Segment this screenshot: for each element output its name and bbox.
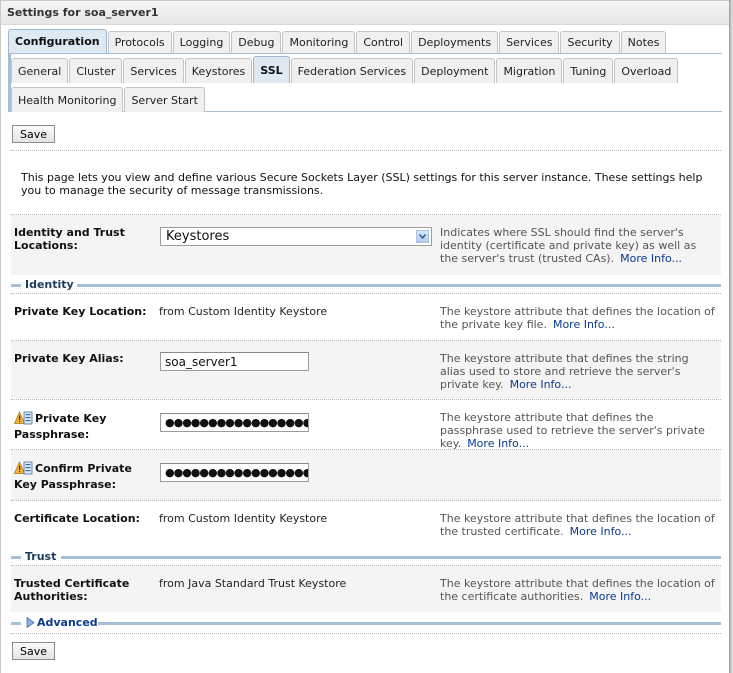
section-rule — [11, 556, 21, 559]
section-rule — [11, 622, 21, 625]
field-label: Confirm Private Key Passphrase: — [13, 460, 154, 491]
subtab-keystores[interactable]: Keystores — [184, 58, 253, 83]
subtab-migration[interactable]: Migration — [496, 58, 563, 83]
section-title: Trust — [25, 550, 57, 563]
tab-protocols[interactable]: Protocols — [107, 31, 172, 53]
field-value: from Java Standard Trust Keystore — [159, 577, 347, 590]
save-button-top[interactable]: Save — [12, 125, 56, 143]
confirm-passphrase-input[interactable]: ●●●●●●●●●●●●●●●●●●●●●● — [160, 463, 309, 482]
warning-restart-icon — [13, 410, 33, 428]
page-title: Settings for soa_server1 — [7, 6, 159, 19]
field-description: Indicates where SSL should find the serv… — [440, 226, 715, 265]
field-description: The keystore attribute that defines the … — [440, 577, 715, 603]
tab-security[interactable]: Security — [560, 31, 620, 53]
row-identity-trust-locations: Identity and Trust Locations: Keystores … — [11, 215, 721, 275]
row-trusted-certificate-authorities: Trusted Certificate Authorities: from Ja… — [11, 566, 721, 612]
section-identity: Identity — [11, 278, 721, 292]
section-rule — [98, 622, 721, 625]
top-tab-bar: Configuration Protocols Logging Debug Mo… — [8, 29, 667, 53]
tab-notes[interactable]: Notes — [620, 31, 667, 53]
more-info-link[interactable]: More Info... — [570, 525, 632, 538]
tab-debug[interactable]: Debug — [231, 31, 282, 53]
subtab-federation-services[interactable]: Federation Services — [290, 58, 414, 83]
field-description: The keystore attribute that defines the … — [440, 512, 715, 538]
more-info-link[interactable]: More Info... — [589, 590, 651, 603]
sub-tab-bar-row2: Health Monitoring Server Start — [11, 87, 206, 112]
subtab-tuning[interactable]: Tuning — [563, 58, 614, 83]
select-value: Keystores — [166, 229, 230, 244]
field-description: The keystore attribute that defines the … — [440, 305, 715, 331]
more-info-link[interactable]: More Info... — [510, 378, 572, 391]
tab-deployments[interactable]: Deployments — [411, 31, 499, 53]
section-rule — [61, 556, 721, 559]
field-description: The keystore attribute that defines the … — [440, 411, 715, 450]
divider — [11, 150, 721, 151]
intro-text: This page lets you view and define vario… — [21, 171, 703, 197]
field-label: Private Key Passphrase: — [13, 410, 154, 441]
subtab-cluster[interactable]: Cluster — [69, 58, 123, 83]
field-label: Private Key Location: — [14, 305, 147, 318]
tab-configuration[interactable]: Configuration — [8, 29, 107, 53]
identity-trust-select[interactable]: Keystores — [160, 227, 432, 246]
field-label: Trusted Certificate Authorities: — [14, 577, 130, 603]
field-label: Private Key Alias: — [14, 352, 124, 365]
field-description: The keystore attribute that defines the … — [440, 352, 715, 391]
tab-control[interactable]: Control — [356, 31, 411, 53]
field-label: Identity and Trust Locations: — [14, 226, 125, 252]
row-certificate-location: Certificate Location: from Custom Identi… — [11, 501, 721, 546]
section-title[interactable]: Advanced — [37, 616, 98, 629]
field-label: Certificate Location: — [14, 512, 140, 525]
expand-triangle-icon[interactable] — [26, 616, 35, 631]
subtab-services[interactable]: Services — [123, 58, 184, 83]
tab-services[interactable]: Services — [499, 31, 560, 53]
field-value: from Custom Identity Keystore — [159, 512, 328, 525]
more-info-link[interactable]: More Info... — [553, 318, 615, 331]
section-rule — [77, 284, 721, 287]
subtab-deployment[interactable]: Deployment — [414, 58, 496, 83]
tab-logging[interactable]: Logging — [172, 31, 231, 53]
subtab-ssl[interactable]: SSL — [253, 56, 290, 83]
row-private-key-alias: Private Key Alias: soa_server1 The keyst… — [11, 341, 721, 398]
field-value: from Custom Identity Keystore — [159, 305, 328, 318]
chevron-down-icon[interactable] — [416, 230, 429, 243]
subtab-health-monitoring[interactable]: Health Monitoring — [11, 87, 124, 112]
subtab-general[interactable]: General — [11, 58, 69, 83]
save-button-bottom[interactable]: Save — [12, 642, 56, 660]
row-private-key-passphrase: Private Key Passphrase: ●●●●●●●●●●●●●●●●… — [11, 400, 721, 450]
scrollbar-edge[interactable] — [729, 0, 733, 673]
row-private-key-location: Private Key Location: from Custom Identi… — [11, 294, 721, 340]
divider — [11, 633, 721, 634]
section-advanced-toggle[interactable]: Advanced — [11, 616, 721, 630]
subtab-overload[interactable]: Overload — [614, 58, 679, 83]
section-rule — [11, 284, 21, 287]
description-text: The keystore attribute that defines the … — [440, 577, 715, 603]
subtab-server-start[interactable]: Server Start — [124, 87, 205, 112]
sub-tab-bar-row1: General Cluster Services Keystores SSL F… — [11, 56, 679, 83]
title-bar: Settings for soa_server1 — [1, 1, 729, 25]
more-info-link[interactable]: More Info... — [620, 252, 682, 265]
private-key-passphrase-input[interactable]: ●●●●●●●●●●●●●●●●●●●●●● — [160, 413, 309, 432]
section-trust: Trust — [11, 550, 721, 564]
private-key-alias-input[interactable]: soa_server1 — [160, 352, 309, 371]
section-title: Identity — [25, 278, 74, 291]
warning-restart-icon — [13, 460, 33, 478]
tab-monitoring[interactable]: Monitoring — [282, 31, 356, 53]
row-confirm-passphrase: Confirm Private Key Passphrase: ●●●●●●●●… — [11, 450, 721, 500]
